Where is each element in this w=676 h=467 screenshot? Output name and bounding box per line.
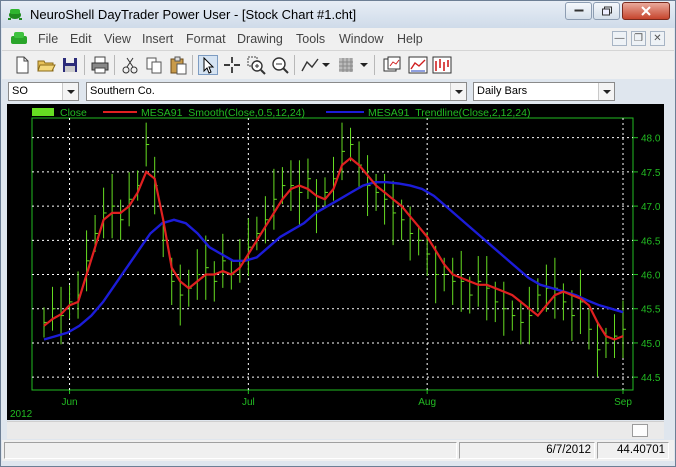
title-bar: NeuroShell DayTrader Power User - [Stock… [0,0,676,28]
y-tick-label: 47.5 [641,168,661,179]
menu-bar: File Edit View Insert Format Drawing Too… [2,28,674,51]
new-icon[interactable] [12,55,32,75]
line-tool-icon[interactable] [300,55,320,75]
menu-view[interactable]: View [104,32,131,46]
chevron-down-icon[interactable] [62,83,78,100]
copy-icon[interactable] [144,55,164,75]
price-chart[interactable]: 44.5 45.0 45.5 46.0 46.5 47.0 47.5 48.0 Jun Jul Au… [7,104,664,420]
menu-file[interactable]: File [38,32,58,46]
menu-edit[interactable]: Edit [70,32,92,46]
save-icon[interactable] [60,55,80,75]
x-tick-label: Jun [61,397,77,408]
menu-tools[interactable]: Tools [296,32,325,46]
x-tick-label: Jul [242,397,255,408]
y-tick-label: 45.0 [641,339,661,350]
mdi-close-button[interactable]: ✕ [650,31,665,46]
close-icon [641,6,651,16]
menu-window[interactable]: Window [339,32,383,46]
legend-swatch-close [32,108,54,116]
open-icon[interactable] [36,55,56,75]
legend-label-smooth: MESA91_Smooth(Close,0.5,12,24) [141,107,305,119]
toolbar [2,51,674,79]
plot-frame [31,117,634,391]
y-tick-label: 46.5 [641,236,661,247]
status-message [4,442,457,459]
menu-insert[interactable]: Insert [142,32,173,46]
menu-help[interactable]: Help [397,32,423,46]
x-tick-label: Aug [418,397,436,408]
document-icon[interactable] [11,32,27,46]
y-tick-label: 46.0 [641,271,661,282]
status-date: 6/7/2012 [459,442,595,459]
legend-label-trend: MESA91_Trendline(Close,2,12,24) [368,107,530,119]
scrollbar-thumb[interactable] [632,424,648,437]
zoom-in-icon[interactable] [246,55,266,75]
y-tick-label: 47.0 [641,202,661,213]
status-bar: 6/7/2012 44.40701 [2,440,674,461]
status-value: 44.40701 [597,442,669,459]
minimize-icon [574,9,583,12]
chevron-down-icon[interactable] [598,83,614,100]
pattern-icon[interactable] [336,55,356,75]
x-tick-label: Sep [614,397,632,408]
chart-icon-1[interactable] [382,55,402,75]
y-tick-label: 45.5 [641,305,661,316]
symbol-select[interactable]: SO [8,82,79,101]
pointer-icon[interactable] [198,55,218,75]
print-icon[interactable] [90,55,110,75]
chart-panel[interactable]: 44.5 45.0 45.5 46.0 46.5 47.0 47.5 48.0 Jun Jul Au… [7,104,664,420]
y-tick-label: 48.0 [641,134,661,145]
chevron-down-icon[interactable] [360,63,368,68]
year-label: 2012 [10,409,33,420]
minimize-button[interactable] [565,2,592,20]
symbol-value: SO [12,85,28,97]
cut-icon[interactable] [120,55,140,75]
crosshair-icon[interactable] [222,55,242,75]
company-value: Southern Co. [90,85,155,97]
maximize-button[interactable] [593,2,620,20]
mdi-minimize-button[interactable]: — [612,31,627,46]
chart-icon-2[interactable] [408,55,428,75]
chevron-down-icon[interactable] [450,83,466,100]
restore-icon [601,6,612,16]
period-value: Daily Bars [477,85,528,97]
legend-label-close: Close [60,107,87,119]
paste-icon[interactable] [168,55,188,75]
app-icon [8,9,22,20]
company-select[interactable]: Southern Co. [86,82,467,101]
y-tick-label: 44.5 [641,373,661,384]
menu-format[interactable]: Format [186,32,226,46]
window-title: NeuroShell DayTrader Power User - [Stock… [30,7,357,22]
chart-legend: Close MESA91_Smooth(Close,0.5,12,24) MES… [32,107,530,119]
zoom-out-icon[interactable] [270,55,290,75]
chevron-down-icon[interactable] [322,63,330,68]
chart-icon-3[interactable] [432,55,452,75]
period-select[interactable]: Daily Bars [473,82,615,101]
close-button[interactable] [622,2,670,20]
mdi-restore-button[interactable]: ❐ [631,31,646,46]
menu-drawing[interactable]: Drawing [237,32,283,46]
horizontal-scrollbar[interactable] [7,421,664,439]
